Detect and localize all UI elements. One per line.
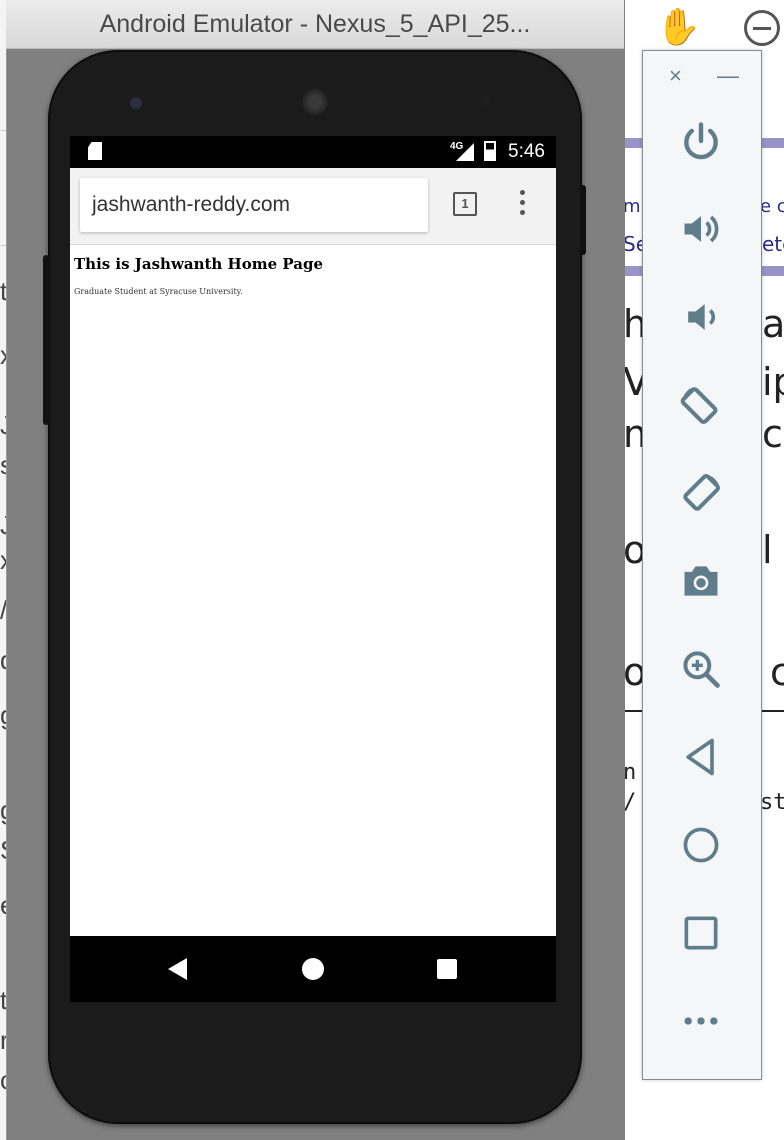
volume-rocker xyxy=(43,255,49,425)
browser-toolbar: jashwanth-reddy.com 1 xyxy=(70,168,556,245)
tab-switcher-button[interactable]: 1 xyxy=(453,192,477,216)
battery-icon xyxy=(484,141,496,161)
signal-icon xyxy=(456,143,474,161)
bg-link-fragment: e c xyxy=(760,196,784,217)
overflow-menu-icon[interactable] xyxy=(516,190,528,220)
overview-icon[interactable] xyxy=(673,905,729,961)
more-icon[interactable] xyxy=(673,993,729,1049)
web-page: This is Jashwanth Home Page Graduate Stu… xyxy=(70,245,556,936)
volume-down-icon[interactable] xyxy=(673,289,729,345)
status-bar: 4G 5:46 xyxy=(70,136,556,168)
rotate-left-icon[interactable] xyxy=(673,377,729,433)
minimize-icon[interactable]: — xyxy=(717,63,739,89)
window-titlebar[interactable]: Android Emulator - Nexus_5_API_25... xyxy=(6,0,624,49)
bg-heading-fragment: ac xyxy=(762,302,784,346)
page-heading: This is Jashwanth Home Page xyxy=(74,255,324,273)
camera-icon[interactable] xyxy=(673,553,729,609)
device-screen[interactable]: 4G 5:46 jashwanth-reddy.com 1 This is Ja… xyxy=(70,136,556,1002)
nav-back-icon[interactable] xyxy=(168,958,187,980)
bg-heading-fragment: ip xyxy=(762,360,784,404)
nav-recents-icon[interactable] xyxy=(437,959,457,979)
front-camera xyxy=(130,97,142,109)
rotate-right-icon[interactable] xyxy=(673,465,729,521)
bg-code-fragment: st xyxy=(760,790,784,815)
status-time: 5:46 xyxy=(508,141,545,162)
volume-up-icon[interactable] xyxy=(673,201,729,257)
power-icon[interactable] xyxy=(673,113,729,169)
bg-link-fragment: ete xyxy=(762,232,784,256)
sd-card-icon xyxy=(88,142,102,160)
address-bar[interactable]: jashwanth-reddy.com xyxy=(80,178,428,232)
zoom-icon[interactable] xyxy=(673,641,729,697)
page-subtitle: Graduate Student at Syracuse University. xyxy=(74,287,243,296)
hand-icon[interactable]: ✋ xyxy=(656,6,701,48)
close-icon[interactable]: × xyxy=(669,63,682,89)
bg-heading-fragment: c d xyxy=(762,412,784,456)
nav-home-icon[interactable] xyxy=(302,958,324,980)
proximity-sensor xyxy=(480,96,490,106)
android-nav-bar xyxy=(70,936,556,1002)
window-title: Android Emulator - Nexus_5_API_25... xyxy=(99,10,531,38)
back-icon[interactable] xyxy=(673,729,729,785)
earpiece-speaker xyxy=(302,89,328,115)
minus-circle-icon[interactable] xyxy=(744,10,780,46)
bg-heading-fragment: c xyxy=(770,650,784,694)
home-icon[interactable] xyxy=(673,817,729,873)
url-text: jashwanth-reddy.com xyxy=(92,193,291,216)
bg-link-fragment: m xyxy=(623,196,641,217)
power-key xyxy=(580,185,586,255)
bg-heading-fragment: l xyxy=(762,528,773,572)
emulator-side-toolbar: × — xyxy=(642,50,762,1080)
